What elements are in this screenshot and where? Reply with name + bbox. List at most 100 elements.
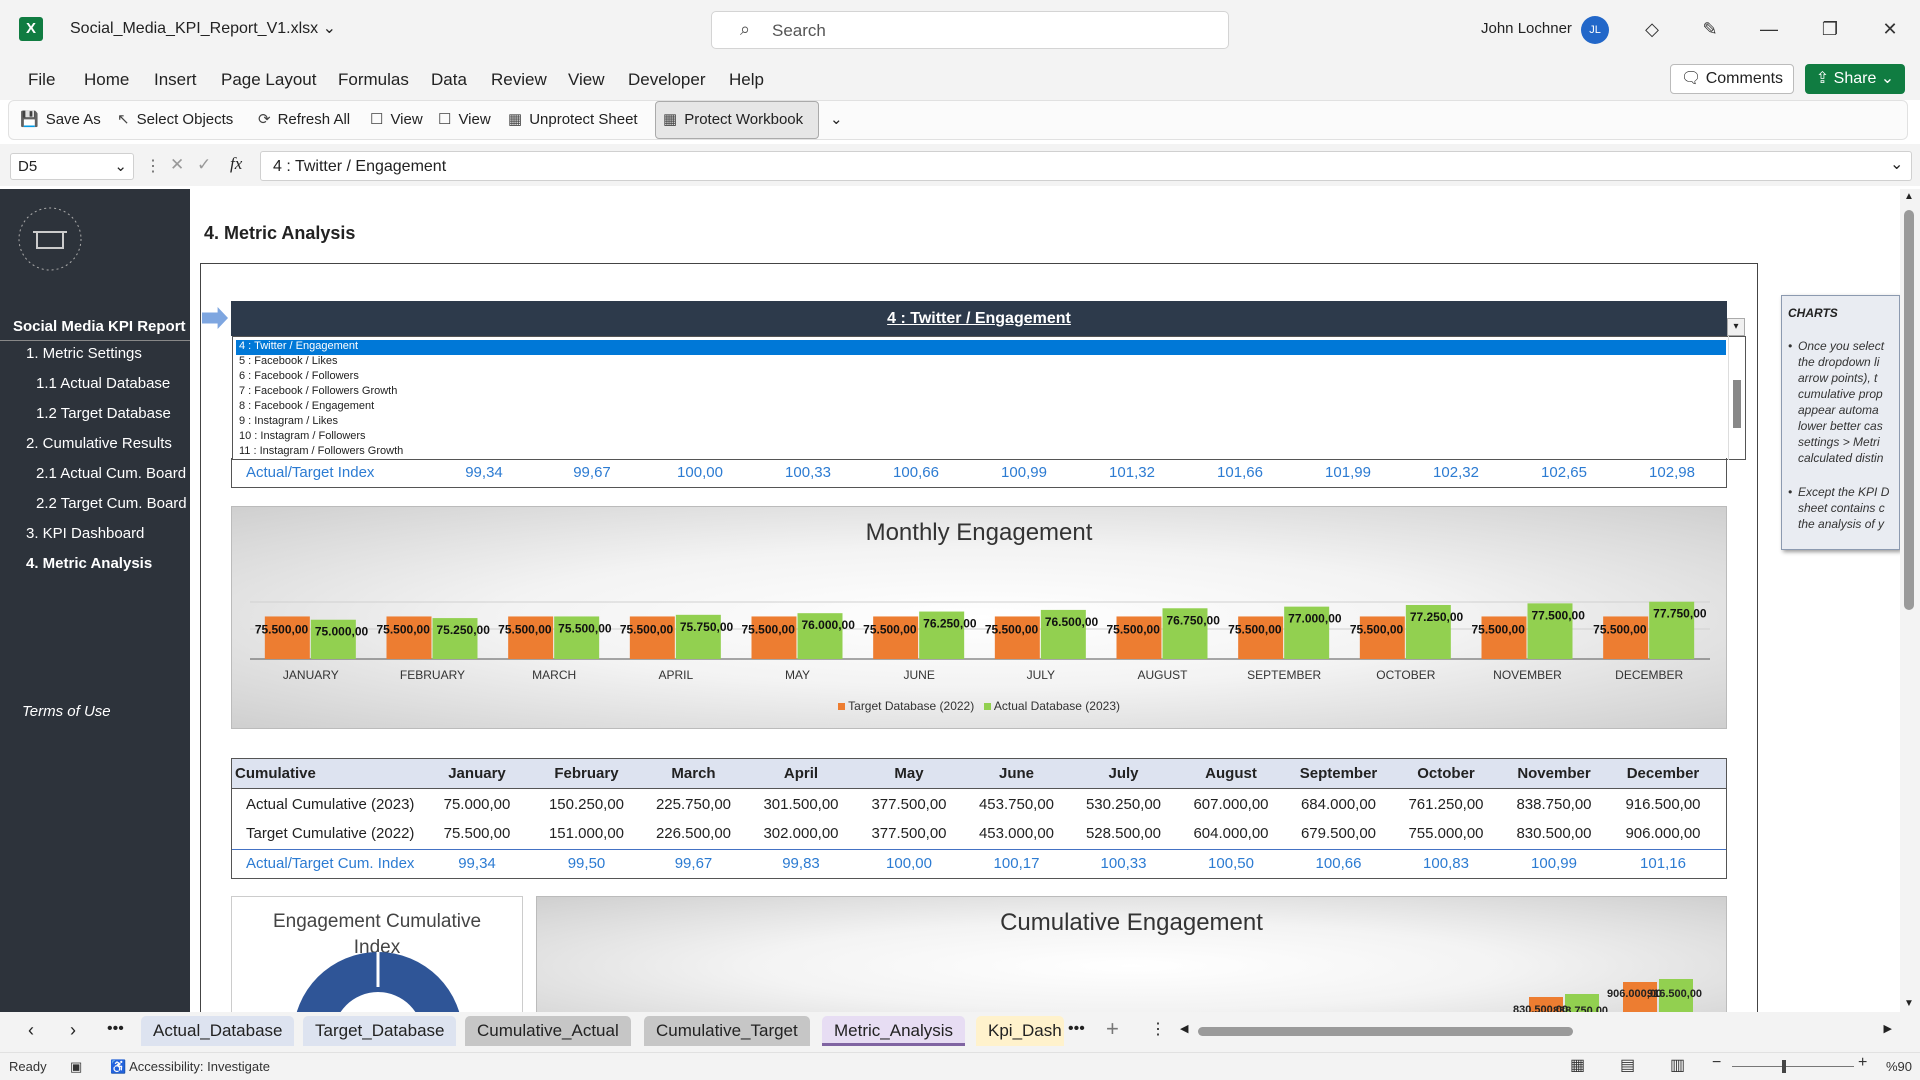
sidebar-item-target-cum-board[interactable]: 2.2 Target Cum. Board <box>36 495 187 512</box>
cancel-icon[interactable]: ✕ <box>170 155 184 175</box>
dropdown-option[interactable]: 10 : Instagram / Followers <box>236 430 1726 445</box>
close-icon[interactable]: ✕ <box>1875 14 1905 44</box>
vertical-scroll-thumb[interactable] <box>1904 210 1914 610</box>
data-label: 75.500,00 <box>1228 622 1282 636</box>
ribbon-overflow-icon[interactable]: ⌄ <box>830 110 843 128</box>
data-label: 75.500,00 <box>1593 622 1647 636</box>
view-checkbox-2[interactable]: ☐ View <box>438 110 491 128</box>
name-box[interactable]: D5 ⌄ <box>10 153 134 180</box>
dropdown-arrow-icon[interactable]: ▾ <box>1727 318 1745 336</box>
menu-help[interactable]: Help <box>729 70 764 90</box>
protect-workbook-button[interactable]: ▦ Protect Workbook <box>663 110 803 128</box>
dropdown-option[interactable]: 9 : Instagram / Likes <box>236 415 1726 430</box>
menu-developer[interactable]: Developer <box>628 70 706 90</box>
tab-options-icon[interactable]: ⋮ <box>1150 1019 1166 1039</box>
confirm-icon[interactable]: ✓ <box>197 155 211 175</box>
sidebar-item-actual-database[interactable]: 1.1 Actual Database <box>36 375 170 392</box>
sidebar-item-metric-settings[interactable]: 1. Metric Settings <box>26 345 142 362</box>
comments-button[interactable]: 🗨 Comments <box>1670 64 1794 94</box>
scroll-left-icon[interactable]: ◀ <box>1180 1022 1188 1035</box>
zoom-in-icon[interactable]: + <box>1858 1054 1867 1072</box>
file-name[interactable]: Social_Media_KPI_Report_V1.xlsx ⌄ <box>70 18 336 38</box>
more-icon[interactable]: ⋮ <box>145 156 161 176</box>
horizontal-scrollbar[interactable]: ◀ ▶ <box>1180 1022 1892 1040</box>
pen-icon[interactable]: ✎ <box>1695 14 1725 44</box>
minimize-icon[interactable]: — <box>1754 14 1784 44</box>
prev-sheet-icon[interactable]: ‹ <box>28 1020 34 1041</box>
table-cell: 528.500,00 <box>1085 825 1162 842</box>
sidebar-item-actual-cum-board[interactable]: 2.1 Actual Cum. Board <box>36 465 186 482</box>
index-value: 101,99 <box>1325 464 1371 481</box>
menu-page-layout[interactable]: Page Layout <box>221 70 316 90</box>
dropdown-scrollbar[interactable] <box>1728 336 1746 460</box>
table-row-label: Actual/Target Cum. Index <box>246 855 415 872</box>
formula-input[interactable]: 4 : Twitter / Engagement <box>260 151 1912 181</box>
menu-view[interactable]: View <box>568 70 605 90</box>
page-layout-view-icon[interactable]: ▤ <box>1620 1055 1635 1075</box>
dropdown-scroll-thumb[interactable] <box>1733 380 1741 428</box>
avatar[interactable]: JL <box>1581 16 1609 44</box>
more-tabs-icon[interactable]: ••• <box>1068 1020 1085 1038</box>
menu-review[interactable]: Review <box>491 70 547 90</box>
search-box[interactable]: ⌕ Search <box>711 11 1229 49</box>
tab-actual-database[interactable]: Actual_Database <box>141 1016 295 1046</box>
menu-formulas[interactable]: Formulas <box>338 70 409 90</box>
horizontal-scroll-thumb[interactable] <box>1198 1027 1573 1036</box>
zoom-out-icon[interactable]: − <box>1712 1054 1721 1072</box>
menu-file[interactable]: File <box>28 70 55 90</box>
sidebar-item-cumulative-results[interactable]: 2. Cumulative Results <box>26 435 172 452</box>
legend-target: Target Database (2022) <box>848 699 975 713</box>
dropdown-option[interactable]: 6 : Facebook / Followers <box>236 370 1726 385</box>
share-button[interactable]: ⇪ Share ⌄ <box>1805 64 1905 94</box>
x-tick-label: DECEMBER <box>1615 668 1683 682</box>
tab-cumulative-actual[interactable]: Cumulative_Actual <box>465 1016 631 1046</box>
scroll-right-icon[interactable]: ▶ <box>1884 1022 1892 1035</box>
page-break-view-icon[interactable]: ▥ <box>1670 1055 1685 1075</box>
dropdown-option[interactable]: 5 : Facebook / Likes <box>236 355 1726 370</box>
fx-icon[interactable]: fx <box>230 154 242 174</box>
dropdown-option[interactable]: 4 : Twitter / Engagement <box>236 340 1726 355</box>
tab-target-database[interactable]: Target_Database <box>303 1016 457 1046</box>
sidebar-item-target-database[interactable]: 1.2 Target Database <box>36 405 171 422</box>
save-as-button[interactable]: 💾 Save As <box>20 110 101 128</box>
dropdown-option[interactable]: 7 : Facebook / Followers Growth <box>236 385 1726 400</box>
tab-metric-analysis[interactable]: Metric_Analysis <box>822 1016 966 1046</box>
terms-of-use-link[interactable]: Terms of Use <box>22 703 111 720</box>
zoom-slider[interactable] <box>1732 1066 1854 1067</box>
normal-view-icon[interactable]: ▦ <box>1570 1055 1585 1075</box>
next-sheet-icon[interactable]: › <box>70 1020 76 1041</box>
macro-icon[interactable]: ▣ <box>70 1059 82 1075</box>
zoom-slider-thumb[interactable] <box>1782 1060 1786 1073</box>
more-sheets-icon[interactable]: ••• <box>107 1020 124 1038</box>
add-sheet-icon[interactable]: + <box>1106 1016 1119 1042</box>
sidebar-item-kpi-dashboard[interactable]: 3. KPI Dashboard <box>26 525 144 542</box>
table-cell: 100,83 <box>1423 855 1469 872</box>
scroll-up-icon[interactable]: ▲ <box>1904 191 1914 202</box>
diamond-icon[interactable]: ◇ <box>1637 14 1667 44</box>
workbook-lock-icon: ▦ <box>663 111 678 128</box>
tab-cumulative-target[interactable]: Cumulative_Target <box>644 1016 810 1046</box>
menu-insert[interactable]: Insert <box>154 70 197 90</box>
select-objects-button[interactable]: ↖ Select Objects <box>117 110 233 128</box>
table-header-cell: September <box>1299 765 1378 782</box>
tab-kpi-dashboard[interactable]: Kpi_Dash <box>976 1016 1064 1046</box>
index-value: 100,33 <box>785 464 831 481</box>
index-row-label: Actual/Target Index <box>246 464 375 481</box>
dropdown-option[interactable]: 8 : Facebook / Engagement <box>236 400 1726 415</box>
bullet-icon: • <box>1788 485 1793 499</box>
view-checkbox-1[interactable]: ☐ View <box>370 110 423 128</box>
unprotect-sheet-button[interactable]: ▦ Unprotect Sheet <box>508 110 638 128</box>
zoom-level[interactable]: %90 <box>1886 1059 1912 1074</box>
metric-selector[interactable]: 4 : Twitter / Engagement <box>231 301 1727 336</box>
menu-data[interactable]: Data <box>431 70 467 90</box>
monthly-engagement-chart[interactable]: Monthly Engagement 75.500,00 75.000,00 JAN… <box>231 506 1727 729</box>
expand-formula-icon[interactable]: ⌄ <box>1890 154 1903 174</box>
refresh-all-button[interactable]: ⟳ Refresh All <box>258 110 350 128</box>
accessibility-status[interactable]: ♿ Accessibility: Investigate <box>110 1059 270 1075</box>
menu-home[interactable]: Home <box>84 70 129 90</box>
x-tick-label: NOVEMBER <box>1493 668 1562 682</box>
scroll-down-icon[interactable]: ▼ <box>1904 998 1914 1009</box>
data-label: 75.500,00 <box>742 622 796 636</box>
restore-icon[interactable]: ❐ <box>1815 14 1845 44</box>
sidebar-item-metric-analysis[interactable]: 4. Metric Analysis <box>26 555 152 572</box>
